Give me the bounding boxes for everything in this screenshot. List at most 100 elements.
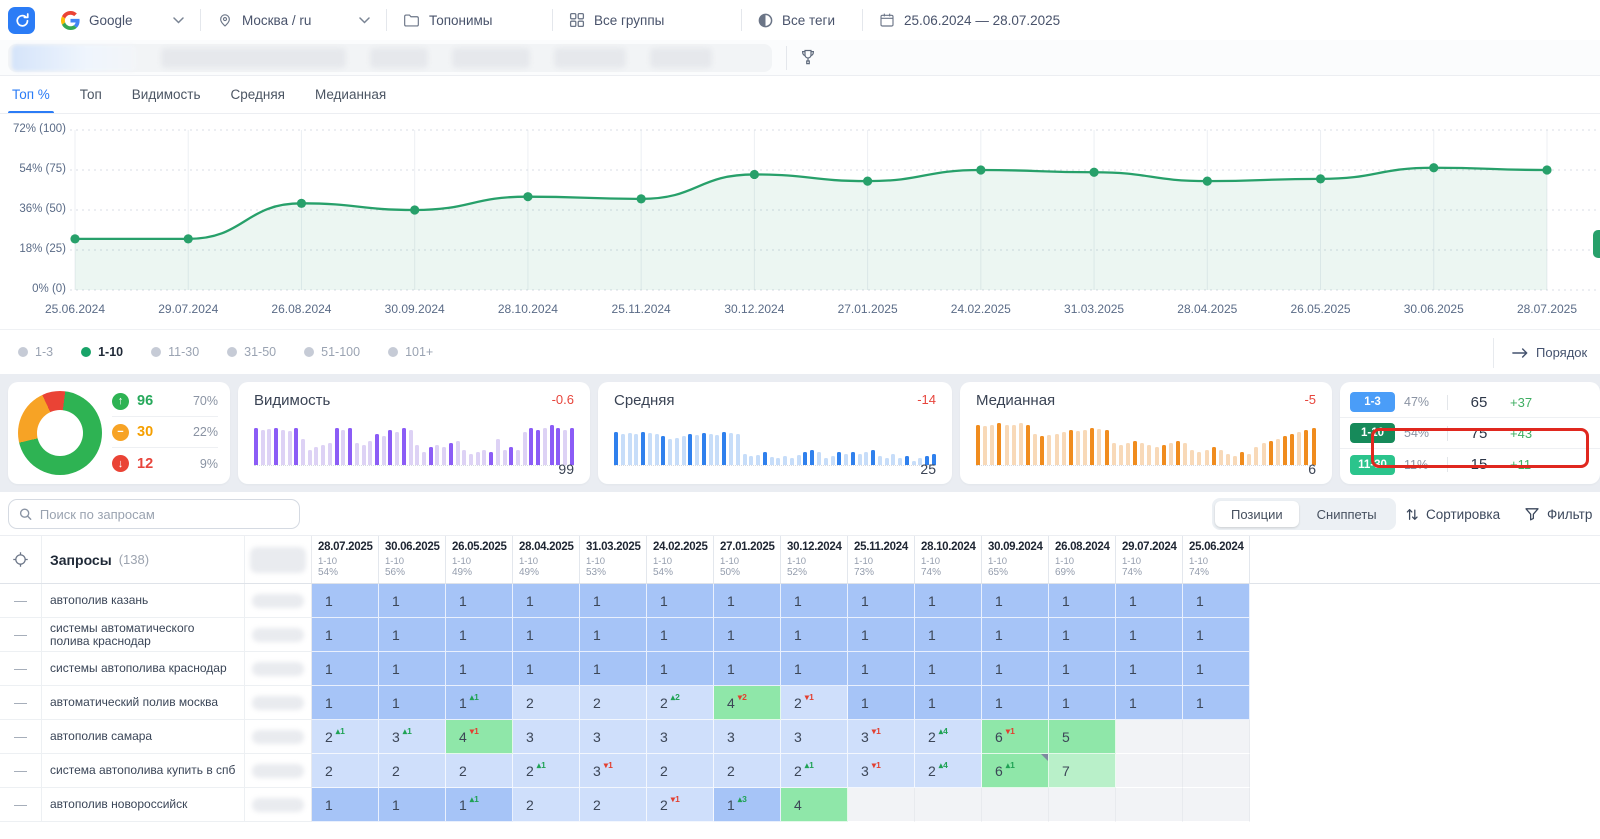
position-cell[interactable]: 1 bbox=[1049, 652, 1116, 686]
position-cell[interactable]: 2 bbox=[446, 754, 513, 788]
median-card[interactable]: Медианная -5 6 bbox=[960, 382, 1332, 484]
position-cell[interactable]: 1 bbox=[714, 584, 781, 618]
position-cell[interactable]: 3 bbox=[647, 720, 714, 754]
query-search[interactable] bbox=[8, 499, 300, 529]
date-column-header[interactable]: 31.03.20251-1053% bbox=[580, 536, 647, 583]
position-cell[interactable] bbox=[915, 788, 982, 822]
position-cell[interactable]: 4 bbox=[781, 788, 848, 822]
groups-filter-button[interactable]: Все группы bbox=[553, 0, 741, 40]
position-cell[interactable]: 1 bbox=[848, 652, 915, 686]
position-cell[interactable]: 1 bbox=[915, 584, 982, 618]
position-cell[interactable]: 3▴1 bbox=[379, 720, 446, 754]
position-cell[interactable]: 3▾1 bbox=[580, 754, 647, 788]
position-cell[interactable]: 3 bbox=[781, 720, 848, 754]
position-cell[interactable]: 1 bbox=[647, 618, 714, 652]
position-cell[interactable]: 6▾1 bbox=[982, 720, 1049, 754]
position-cell[interactable]: 1 bbox=[982, 652, 1049, 686]
position-cell[interactable]: 2 bbox=[647, 754, 714, 788]
legend-item-31-50[interactable]: 31-50 bbox=[227, 345, 276, 359]
position-cell[interactable]: 1 bbox=[1116, 652, 1183, 686]
query-cell[interactable]: автополив казань bbox=[42, 584, 245, 618]
date-column-header[interactable]: 25.06.20241-1074% bbox=[1183, 536, 1250, 583]
position-cell[interactable]: 1 bbox=[982, 686, 1049, 720]
position-cell[interactable]: 1 bbox=[312, 584, 379, 618]
date-column-header[interactable]: 26.05.20251-1049% bbox=[446, 536, 513, 583]
search-engine-selector[interactable]: Google bbox=[45, 0, 200, 40]
position-cell[interactable]: 2▴4 bbox=[915, 754, 982, 788]
query-cell[interactable]: автополив самара bbox=[42, 720, 245, 754]
position-cell[interactable] bbox=[1116, 720, 1183, 754]
position-cell[interactable]: 1 bbox=[647, 584, 714, 618]
query-cell[interactable]: система автополива купить в спб bbox=[42, 754, 245, 788]
row-drag-handle[interactable]: — bbox=[0, 618, 42, 652]
sync-button[interactable] bbox=[8, 7, 35, 34]
date-range-picker[interactable]: 25.06.2024 — 28.07.2025 bbox=[863, 0, 1076, 40]
query-cell[interactable]: автополив новороссийск bbox=[42, 788, 245, 822]
position-cell[interactable]: 2 bbox=[714, 754, 781, 788]
row-drag-handle[interactable]: — bbox=[0, 788, 42, 822]
position-cell[interactable]: 2 bbox=[379, 754, 446, 788]
legend-item-51-100[interactable]: 51-100 bbox=[304, 345, 360, 359]
row-drag-handle[interactable]: — bbox=[0, 720, 42, 754]
position-cell[interactable]: 4▾2 bbox=[714, 686, 781, 720]
position-cell[interactable]: 1 bbox=[1183, 686, 1250, 720]
tags-filter-button[interactable]: Все теги bbox=[742, 0, 862, 40]
date-column-header[interactable]: 29.07.20241-1074% bbox=[1116, 536, 1183, 583]
position-cell[interactable] bbox=[982, 788, 1049, 822]
position-cell[interactable]: 2 bbox=[513, 788, 580, 822]
position-cell[interactable]: 1 bbox=[714, 618, 781, 652]
project-chip-active[interactable] bbox=[12, 45, 137, 71]
trophy-icon[interactable] bbox=[799, 48, 817, 68]
position-cell[interactable]: 2▾1 bbox=[647, 788, 714, 822]
position-cell[interactable]: 1 bbox=[647, 652, 714, 686]
date-column-header[interactable]: 24.02.20251-1054% bbox=[647, 536, 714, 583]
position-cell[interactable]: 1 bbox=[580, 652, 647, 686]
position-cell[interactable]: 1 bbox=[513, 652, 580, 686]
position-cell[interactable]: 1 bbox=[513, 584, 580, 618]
position-cell[interactable]: 1 bbox=[848, 686, 915, 720]
position-cell[interactable]: 2▴4 bbox=[915, 720, 982, 754]
date-column-header[interactable]: 26.08.20241-1069% bbox=[1049, 536, 1116, 583]
position-cell[interactable]: 1 bbox=[1183, 618, 1250, 652]
tab-Медианная[interactable]: Медианная bbox=[315, 76, 386, 113]
position-cell[interactable]: 3 bbox=[513, 720, 580, 754]
position-cell[interactable]: 1 bbox=[312, 686, 379, 720]
position-cell[interactable]: 1 bbox=[781, 584, 848, 618]
toggle-snippets[interactable]: Сниппеты bbox=[1301, 501, 1393, 527]
position-cell[interactable]: 1 bbox=[580, 618, 647, 652]
query-cell[interactable]: системы автополива краснодар bbox=[42, 652, 245, 686]
position-cell[interactable]: 2▴1 bbox=[312, 720, 379, 754]
position-cell[interactable]: 1 bbox=[446, 652, 513, 686]
position-cell[interactable]: 2▴1 bbox=[781, 754, 848, 788]
project-chip[interactable] bbox=[554, 48, 626, 68]
position-cell[interactable]: 2▾1 bbox=[781, 686, 848, 720]
project-chip[interactable] bbox=[452, 48, 530, 68]
date-column-header[interactable]: 27.01.20251-1050% bbox=[714, 536, 781, 583]
position-cell[interactable]: 1 bbox=[781, 618, 848, 652]
position-cell[interactable]: 1 bbox=[312, 618, 379, 652]
row-drag-handle[interactable]: — bbox=[0, 584, 42, 618]
position-cell[interactable]: 1 bbox=[1116, 584, 1183, 618]
visibility-card[interactable]: Видимость -0.6 99 bbox=[238, 382, 590, 484]
position-cell[interactable]: 1 bbox=[1049, 584, 1116, 618]
toggle-positions[interactable]: Позиции bbox=[1215, 501, 1299, 527]
project-chip[interactable] bbox=[370, 48, 428, 68]
position-cell[interactable] bbox=[1116, 788, 1183, 822]
date-column-header[interactable]: 25.11.20241-1073% bbox=[848, 536, 915, 583]
position-cell[interactable]: 5 bbox=[1049, 720, 1116, 754]
position-cell[interactable]: 1 bbox=[848, 618, 915, 652]
position-cell[interactable] bbox=[848, 788, 915, 822]
order-button[interactable]: Порядок bbox=[1512, 330, 1600, 375]
position-cell[interactable]: 1 bbox=[781, 652, 848, 686]
position-cell[interactable]: 1 bbox=[312, 788, 379, 822]
position-cell[interactable] bbox=[1183, 754, 1250, 788]
row-drag-handle[interactable]: — bbox=[0, 686, 42, 720]
legend-item-11-30[interactable]: 11-30 bbox=[151, 345, 199, 359]
project-chip[interactable] bbox=[650, 48, 712, 68]
filter-button[interactable]: Фильтр bbox=[1524, 498, 1600, 530]
legend-item-101+[interactable]: 101+ bbox=[388, 345, 433, 359]
region-selector[interactable]: Москва / ru bbox=[201, 0, 386, 40]
average-card[interactable]: Средняя -14 25 bbox=[598, 382, 952, 484]
position-cell[interactable]: 7 bbox=[1049, 754, 1116, 788]
position-cell[interactable]: 1 bbox=[1049, 618, 1116, 652]
